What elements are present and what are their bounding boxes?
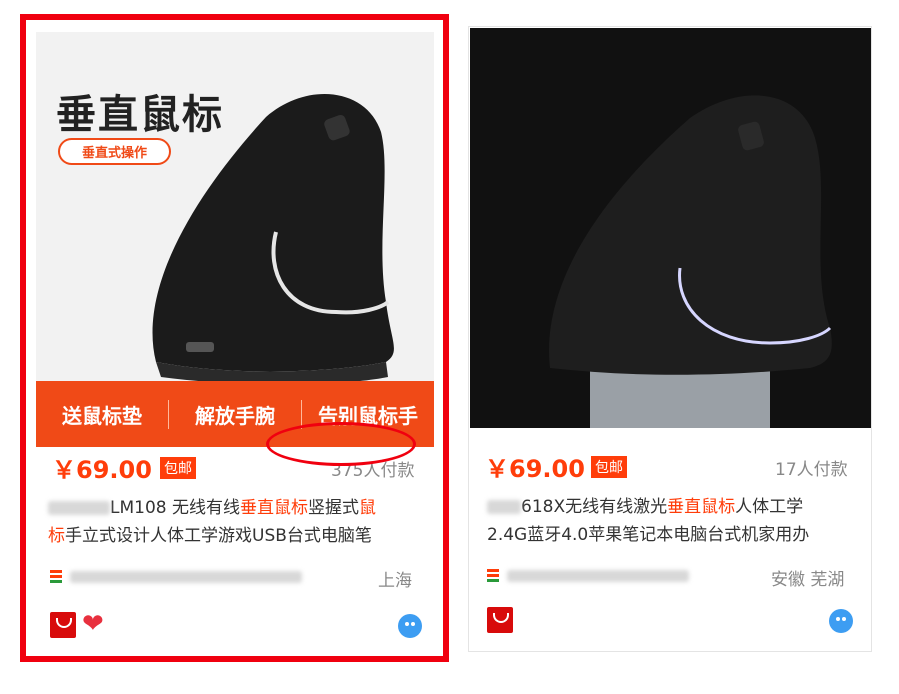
heart-icon: ❤	[82, 609, 104, 639]
free-shipping-badge: 包邮	[160, 457, 196, 479]
shop-name[interactable]	[507, 566, 697, 590]
product-image-1[interactable]: 垂直鼠标 垂直式操作 送鼠标垫 解放手腕 告别鼠标手	[36, 32, 434, 447]
promo-item: 解放手腕	[169, 399, 302, 429]
shop-icon	[50, 570, 62, 586]
image-headline: 垂直鼠标	[56, 92, 224, 138]
blurred-brand	[487, 500, 521, 514]
blurred-brand	[48, 501, 110, 515]
image-tag: 垂直式操作	[58, 138, 172, 165]
wangwang-icon[interactable]	[829, 609, 853, 633]
product-card-1[interactable]: 垂直鼠标 垂直式操作 送鼠标垫 解放手腕 告别鼠标手 ￥69.00 包邮 375…	[20, 14, 449, 662]
location: 安徽 芜湖	[771, 570, 845, 590]
mouse-illustration	[470, 28, 871, 428]
sales-count: 17人付款	[775, 460, 848, 480]
price: ￥69.00	[485, 455, 585, 483]
wangwang-icon[interactable]	[398, 614, 422, 638]
product-title[interactable]: 618X无线有线激光垂直鼠标人体工学 2.4G蓝牙4.0苹果笔记本电脑台式机家用…	[487, 493, 867, 549]
product-card-2[interactable]: ￥69.00 包邮 17人付款 618X无线有线激光垂直鼠标人体工学 2.4G蓝…	[468, 26, 872, 652]
tmall-icon[interactable]	[487, 607, 513, 633]
product-image-2[interactable]	[470, 28, 871, 428]
product-title[interactable]: LM108 无线有线垂直鼠标竖握式鼠 标手立式设计人体工学游戏USB台式电脑笔	[48, 494, 428, 550]
shop-icon	[487, 569, 499, 585]
annotation-circle	[266, 422, 416, 466]
promo-item: 送鼠标垫	[36, 399, 169, 429]
price: ￥69.00	[52, 456, 152, 484]
free-shipping-badge: 包邮	[591, 456, 627, 478]
tmall-icon[interactable]	[50, 612, 76, 638]
shop-name[interactable]	[70, 567, 310, 591]
location: 上海	[378, 571, 412, 591]
